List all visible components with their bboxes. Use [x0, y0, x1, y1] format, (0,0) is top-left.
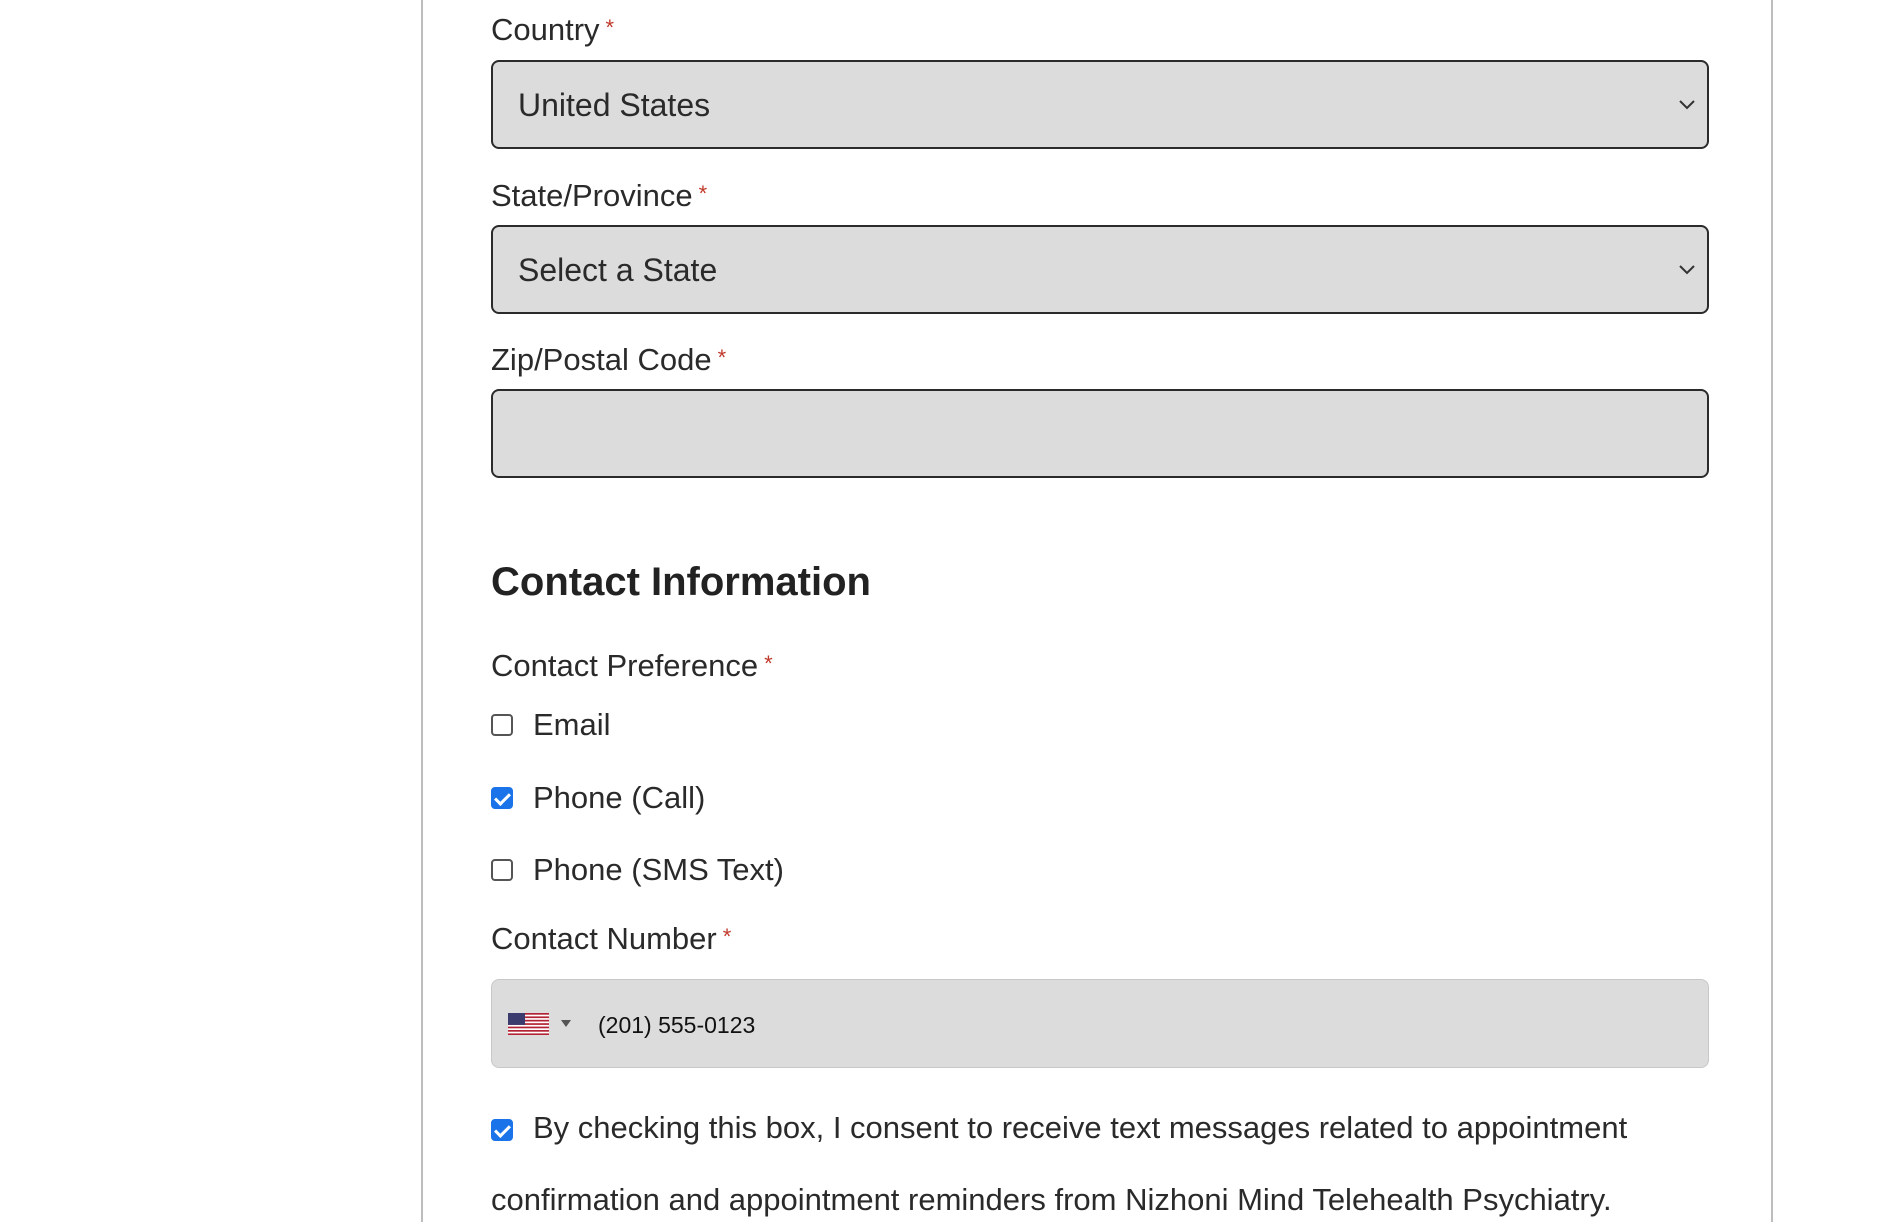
country-label: Country * — [491, 12, 614, 48]
country-label-text: Country — [491, 12, 600, 47]
form-panel: Country * United States State/Province * S… — [421, 0, 1773, 1222]
contact-number-input[interactable]: (201) 555-0123 — [491, 979, 1709, 1068]
required-asterisk: * — [717, 345, 727, 370]
sms-checkbox[interactable] — [491, 859, 513, 881]
zip-label-text: Zip/Postal Code — [491, 342, 712, 377]
state-label: State/Province * — [491, 178, 707, 214]
phone-call-checkbox[interactable] — [491, 787, 513, 809]
required-asterisk: * — [764, 651, 773, 676]
zip-input[interactable] — [491, 389, 1709, 478]
page: Country * United States State/Province * S… — [0, 0, 1902, 1222]
sms-option-label: Phone (SMS Text) — [533, 852, 784, 887]
us-flag-icon[interactable] — [508, 1013, 549, 1035]
preference-phone-call-option[interactable]: Phone (Call) — [491, 778, 705, 818]
preference-email-option[interactable]: Email — [491, 705, 611, 745]
consent-text: By checking this box, I consent to recei… — [491, 1110, 1628, 1217]
country-select[interactable]: United States — [491, 60, 1709, 149]
state-select[interactable]: Select a State — [491, 225, 1709, 314]
required-asterisk: * — [698, 181, 708, 206]
contact-preference-label-text: Contact Preference — [491, 648, 759, 683]
zip-label: Zip/Postal Code * — [491, 342, 726, 378]
state-label-text: State/Province — [491, 178, 693, 213]
contact-number-label-text: Contact Number — [491, 921, 717, 956]
section-heading-contact: Contact Information — [491, 560, 871, 604]
sms-consent: By checking this box, I consent to recei… — [491, 1110, 1709, 1222]
required-asterisk: * — [722, 924, 732, 949]
state-select-value: Select a State — [518, 252, 718, 288]
caret-down-icon[interactable] — [561, 1020, 571, 1027]
contact-preference-label: Contact Preference * — [491, 648, 773, 684]
phone-call-option-label: Phone (Call) — [533, 780, 706, 815]
contact-number-label: Contact Number * — [491, 921, 731, 957]
email-option-label: Email — [533, 707, 611, 742]
country-select-value: United States — [518, 87, 711, 123]
email-checkbox[interactable] — [491, 714, 513, 736]
contact-number-value: (201) 555-0123 — [598, 1012, 756, 1038]
preference-sms-option[interactable]: Phone (SMS Text) — [491, 850, 784, 890]
chevron-down-icon — [1679, 265, 1695, 275]
required-asterisk: * — [605, 15, 615, 40]
chevron-down-icon — [1679, 100, 1695, 110]
